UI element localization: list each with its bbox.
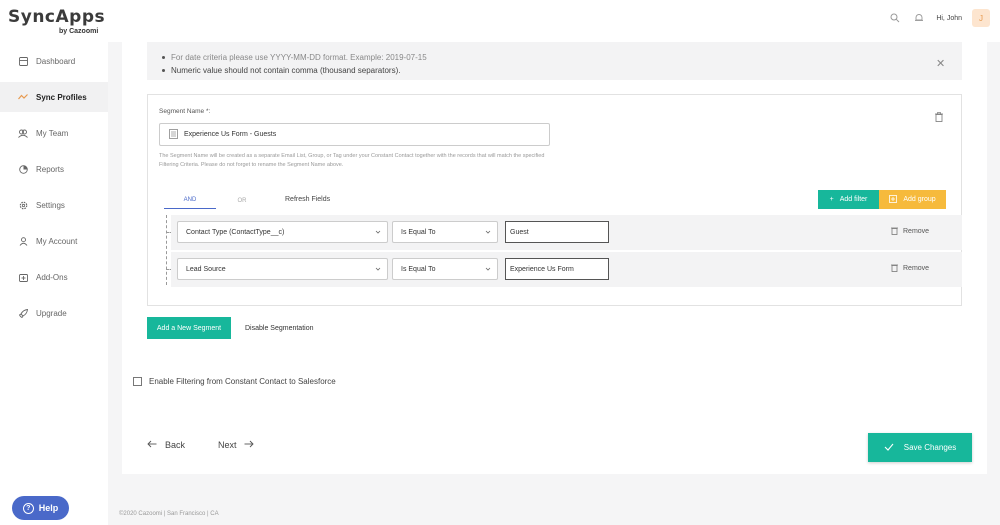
logo-text: SyncApps xyxy=(8,7,106,27)
add-filter-label: Add filter xyxy=(839,196,868,203)
connector-line xyxy=(166,215,167,285)
next-label: Next xyxy=(218,440,237,450)
trash-icon[interactable] xyxy=(935,109,945,122)
sidebar-item-label: Dashboard xyxy=(36,56,76,66)
remove-button[interactable]: Remove xyxy=(891,226,929,237)
enable-filtering-checkbox[interactable] xyxy=(133,377,142,386)
addons-icon xyxy=(18,272,28,282)
enable-filtering-label: Enable Filtering from Constant Contact t… xyxy=(149,377,336,386)
back-label: Back xyxy=(165,440,186,450)
sidebar-item-label: Settings xyxy=(36,200,65,210)
operator-select-value: Is Equal To xyxy=(401,265,436,273)
add-group-label: Add group xyxy=(903,196,936,203)
trash-icon xyxy=(891,263,898,274)
tab-or[interactable]: OR xyxy=(216,198,268,209)
sidebar-item-dashboard[interactable]: Dashboard xyxy=(0,46,108,76)
save-label: Save Changes xyxy=(903,443,957,452)
logic-tabs: AND OR xyxy=(164,195,268,209)
question-icon: ? xyxy=(22,502,34,514)
info-text: For date criteria please use YYYY-MM-DD … xyxy=(171,53,427,62)
sidebar-item-label: Reports xyxy=(36,164,65,174)
add-filter-button[interactable]: + Add filter xyxy=(818,190,879,209)
info-line: Numeric value should not contain comma (… xyxy=(162,66,400,75)
remove-label: Remove xyxy=(903,265,930,272)
list-icon xyxy=(169,128,178,141)
bell-icon[interactable] xyxy=(912,11,926,25)
sidebar-item-my-team[interactable]: My Team xyxy=(0,118,108,148)
remove-button[interactable]: Remove xyxy=(891,263,929,274)
add-new-segment-button[interactable]: Add a New Segment xyxy=(147,317,231,339)
sidebar-item-my-account[interactable]: My Account xyxy=(0,226,108,256)
arrow-right-icon xyxy=(244,440,254,450)
user-greeting[interactable]: Hi, John xyxy=(936,15,962,22)
segment-name-label: Segment Name *: xyxy=(159,108,211,115)
rule-list: Contact Type (ContactType__c) Is Equal T… xyxy=(163,215,962,289)
refresh-fields-button[interactable]: Refresh Fields xyxy=(285,196,330,203)
chevron-down-icon xyxy=(375,266,381,272)
segment-name-value: Experience Us Form - Guests xyxy=(184,131,277,138)
value-input[interactable]: Experience Us Form xyxy=(505,258,609,280)
info-line: For date criteria please use YYYY-MM-DD … xyxy=(162,53,427,62)
rule-row: Contact Type (ContactType__c) Is Equal T… xyxy=(171,215,962,250)
remove-label: Remove xyxy=(903,228,930,235)
save-changes-button[interactable]: Save Changes xyxy=(868,433,972,462)
sidebar-item-label: Sync Profiles xyxy=(36,92,87,102)
enable-filtering-option[interactable]: Enable Filtering from Constant Contact t… xyxy=(133,377,336,386)
info-text: Numeric value should not contain comma (… xyxy=(171,66,401,75)
add-group-button[interactable]: Add group xyxy=(879,190,946,209)
logo-subtitle: by Cazoomi xyxy=(59,28,99,35)
sidebar-item-upgrade[interactable]: Upgrade xyxy=(0,298,108,328)
footer-text: ©2020 Cazoomi | San Francisco | CA xyxy=(119,511,219,517)
disable-segmentation-button[interactable]: Disable Segmentation xyxy=(237,317,322,339)
sidebar-item-reports[interactable]: Reports xyxy=(0,154,108,184)
sidebar-item-settings[interactable]: Settings xyxy=(0,190,108,220)
field-select-value: Lead Source xyxy=(186,265,226,273)
close-icon[interactable]: ✕ xyxy=(936,57,945,70)
back-button[interactable]: Back xyxy=(147,440,185,450)
top-bar: SyncApps by Cazoomi Hi, John J xyxy=(0,0,1000,42)
chevron-down-icon xyxy=(485,229,491,235)
help-label: Help xyxy=(38,503,59,513)
sync-icon xyxy=(18,92,28,102)
sidebar-item-label: My Team xyxy=(36,128,69,138)
trash-icon xyxy=(891,226,898,237)
sidebar-item-add-ons[interactable]: Add-Ons xyxy=(0,262,108,292)
dashboard-icon xyxy=(18,56,28,66)
sidebar-item-label: Add-Ons xyxy=(36,272,68,282)
value-input[interactable]: Guest xyxy=(505,221,609,243)
chevron-down-icon xyxy=(485,266,491,272)
field-select-value: Contact Type (ContactType__c) xyxy=(186,228,285,236)
info-box: For date criteria please use YYYY-MM-DD … xyxy=(147,42,962,80)
segment-help-text: The Segment Name will be created as a se… xyxy=(159,153,545,168)
check-icon xyxy=(884,443,894,453)
help-button[interactable]: ? Help xyxy=(12,496,69,520)
operator-select[interactable]: Is Equal To xyxy=(392,221,498,243)
gear-icon xyxy=(18,200,28,210)
plus-box-icon xyxy=(889,194,898,205)
field-select[interactable]: Lead Source xyxy=(177,258,388,280)
sidebar: Dashboard Sync Profiles My Team Reports … xyxy=(0,42,108,525)
plus-icon: + xyxy=(829,196,834,203)
sidebar-item-label: My Account xyxy=(36,236,78,246)
rocket-icon xyxy=(18,308,28,318)
operator-select-value: Is Equal To xyxy=(401,228,436,236)
avatar[interactable]: J xyxy=(972,9,990,27)
team-icon xyxy=(18,128,28,138)
field-select[interactable]: Contact Type (ContactType__c) xyxy=(177,221,388,243)
sidebar-item-sync-profiles[interactable]: Sync Profiles xyxy=(0,82,108,112)
tab-and[interactable]: AND xyxy=(164,197,216,209)
operator-select[interactable]: Is Equal To xyxy=(392,258,498,280)
reports-icon xyxy=(18,164,28,174)
search-icon[interactable] xyxy=(888,11,902,25)
logo[interactable]: SyncApps by Cazoomi xyxy=(8,7,106,35)
arrow-left-icon xyxy=(147,440,157,450)
segment-box: Segment Name *: Experience Us Form - Gue… xyxy=(147,94,962,306)
chevron-down-icon xyxy=(375,229,381,235)
rule-row: Lead Source Is Equal To Experience Us Fo… xyxy=(171,252,962,287)
segment-name-input[interactable]: Experience Us Form - Guests xyxy=(159,123,550,146)
sidebar-item-label: Upgrade xyxy=(36,308,67,318)
next-button[interactable]: Next xyxy=(218,440,254,450)
user-icon xyxy=(18,236,28,246)
